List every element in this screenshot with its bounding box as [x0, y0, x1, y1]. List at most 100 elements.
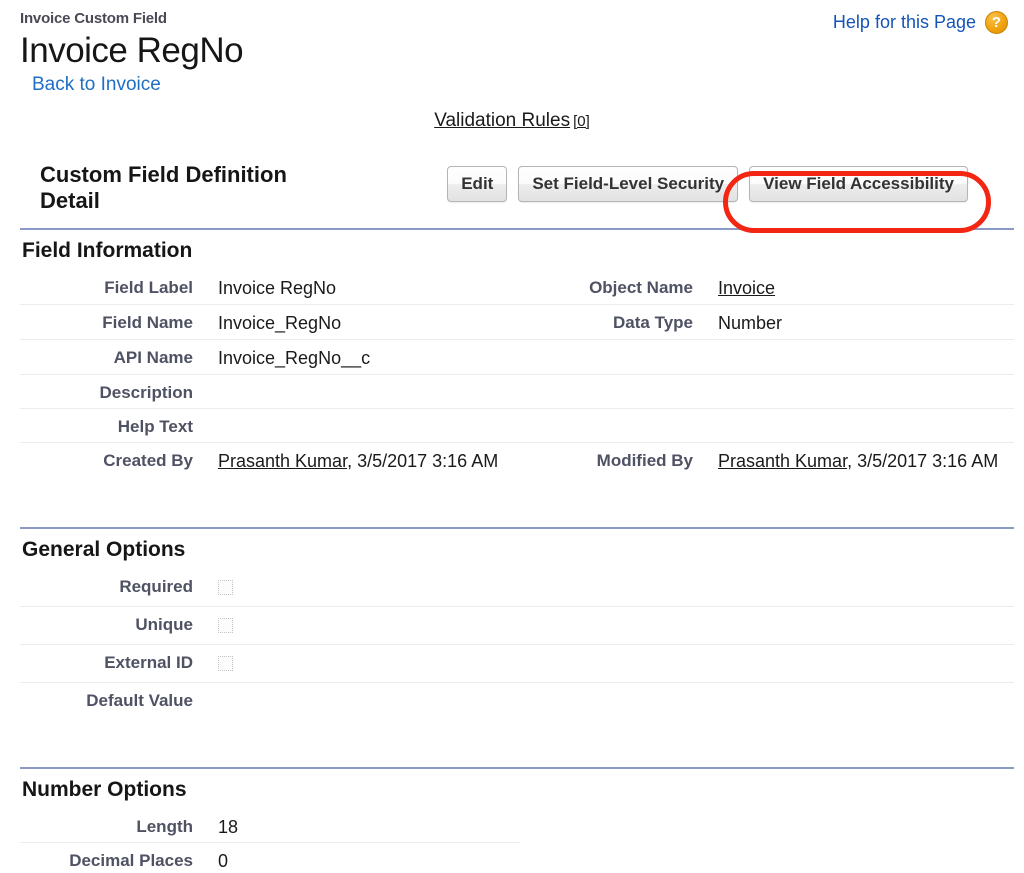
object-name-link[interactable]: Invoice — [718, 278, 775, 298]
validation-rules-count[interactable]: [0] — [573, 113, 590, 130]
field-cell: External ID — [20, 645, 520, 682]
field-label: Length — [136, 817, 193, 836]
help-area: Help for this Page ? — [833, 11, 1008, 34]
section-title-general-options: General Options — [22, 538, 186, 561]
field-label — [520, 340, 693, 352]
field-label: Field Name — [102, 313, 193, 332]
field-value — [693, 409, 1014, 421]
field-value: Invoice RegNo — [218, 278, 337, 298]
field-value — [193, 645, 520, 682]
required-checkbox[interactable] — [218, 580, 233, 595]
field-value — [193, 607, 520, 644]
field-value: 0 — [218, 851, 229, 871]
created-by-user-link[interactable]: Prasanth Kumar — [218, 451, 347, 471]
field-value: Prasanth Kumar, 3/5/2017 3:16 AM — [693, 443, 1014, 477]
field-value — [693, 375, 1014, 387]
related-lists-nav: Validation Rules [0] — [0, 110, 1024, 140]
field-cell: Decimal Places 0 — [20, 843, 520, 873]
field-value — [693, 340, 1014, 352]
field-label: API Name — [113, 348, 193, 367]
created-by-timestamp: , 3/5/2017 3:16 AM — [347, 451, 499, 471]
page-header: Invoice Custom Field Invoice RegNo Back … — [0, 0, 1024, 96]
validation-rules-link[interactable]: Validation Rules — [434, 110, 570, 131]
section-title-field-information: Field Information — [22, 239, 193, 262]
help-for-this-page-link[interactable]: Help for this Page — [833, 12, 976, 33]
table-row: Required — [20, 569, 1014, 607]
field-label: Created By — [103, 451, 193, 470]
table-row: Default Value — [20, 683, 1014, 717]
field-cell: Modified By Prasanth Kumar, 3/5/2017 3:1… — [520, 443, 1014, 477]
field-label — [520, 375, 693, 387]
table-row: API Name Invoice_RegNo__c — [20, 340, 1014, 375]
field-label: Required — [119, 577, 193, 596]
field-cell: Field Name Invoice_RegNo — [20, 305, 520, 339]
page-title: Invoice RegNo — [20, 31, 244, 70]
field-cell — [520, 340, 1014, 352]
table-row: Help Text — [20, 409, 1014, 443]
section-title-number-options: Number Options — [22, 778, 187, 801]
field-value: Prasanth Kumar, 3/5/2017 3:16 AM — [193, 443, 520, 477]
table-row: Decimal Places 0 — [20, 843, 1014, 873]
field-cell: Required — [20, 569, 520, 606]
field-label: Field Label — [104, 278, 193, 297]
field-value — [193, 375, 520, 387]
field-cell: Default Value — [20, 683, 520, 716]
field-cell: Unique — [20, 607, 520, 644]
view-field-accessibility-button[interactable]: View Field Accessibility — [749, 166, 968, 202]
field-information-rows: Field Label Invoice RegNo Object Name In… — [20, 270, 1014, 477]
edit-button[interactable]: Edit — [447, 166, 508, 202]
table-row: Length 18 — [20, 809, 1014, 843]
field-cell: Help Text — [20, 409, 520, 442]
back-to-invoice-link[interactable]: Back to Invoice — [32, 74, 161, 96]
number-options-rows: Length 18 Decimal Places 0 — [20, 809, 1014, 873]
field-cell: API Name Invoice_RegNo__c — [20, 340, 520, 374]
detail-header: Custom Field Definition Detail Edit Set … — [0, 140, 1024, 214]
table-row: Unique — [20, 607, 1014, 645]
set-field-level-security-button[interactable]: Set Field-Level Security — [518, 166, 739, 202]
detail-section-title: Custom Field Definition Detail — [40, 162, 287, 213]
page-root: Invoice Custom Field Invoice RegNo Back … — [0, 0, 1024, 873]
section-number-options: Number Options Length 18 Decimal Places … — [0, 767, 1024, 873]
field-label: Unique — [135, 615, 193, 634]
field-label: Help Text — [117, 417, 193, 436]
field-value: 18 — [218, 817, 239, 837]
table-row: Field Name Invoice_RegNo Data Type Numbe… — [20, 305, 1014, 340]
field-label: Decimal Places — [69, 851, 193, 870]
field-cell: Field Label Invoice RegNo — [20, 270, 520, 304]
modified-by-user-link[interactable]: Prasanth Kumar — [718, 451, 847, 471]
unique-checkbox[interactable] — [218, 618, 233, 633]
table-row: Description — [20, 375, 1014, 409]
field-value: Invoice_RegNo__c — [218, 348, 371, 368]
field-label: Default Value — [86, 691, 193, 710]
field-cell — [520, 375, 1014, 387]
field-label: Modified By — [596, 451, 693, 470]
field-cell: Object Name Invoice — [520, 270, 1014, 304]
table-row: Created By Prasanth Kumar, 3/5/2017 3:16… — [20, 443, 1014, 477]
table-row: External ID — [20, 645, 1014, 683]
table-row: Field Label Invoice RegNo Object Name In… — [20, 270, 1014, 305]
field-value — [193, 409, 520, 421]
field-value — [193, 683, 520, 695]
field-cell: Data Type Number — [520, 305, 1014, 339]
field-label: Description — [99, 383, 193, 402]
field-value: Invoice_RegNo — [218, 313, 342, 333]
question-mark-icon[interactable]: ? — [985, 11, 1008, 34]
field-value — [193, 569, 520, 606]
field-label: Data Type — [613, 313, 693, 332]
field-cell: Description — [20, 375, 520, 408]
field-cell: Length 18 — [20, 809, 520, 843]
action-button-row: Edit Set Field-Level Security View Field… — [447, 162, 1014, 202]
field-label: Object Name — [589, 278, 693, 297]
field-value: Invoice — [693, 270, 1014, 304]
general-options-rows: Required Unique External ID Default Valu… — [20, 569, 1014, 717]
field-cell — [520, 409, 1014, 421]
field-label: External ID — [104, 653, 193, 672]
section-general-options: General Options Required Unique External… — [0, 527, 1024, 717]
external-id-checkbox[interactable] — [218, 656, 233, 671]
section-field-information: Field Information Field Label Invoice Re… — [0, 228, 1024, 477]
field-label — [520, 409, 693, 421]
field-cell: Created By Prasanth Kumar, 3/5/2017 3:16… — [20, 443, 520, 477]
modified-by-timestamp: , 3/5/2017 3:16 AM — [847, 451, 999, 471]
